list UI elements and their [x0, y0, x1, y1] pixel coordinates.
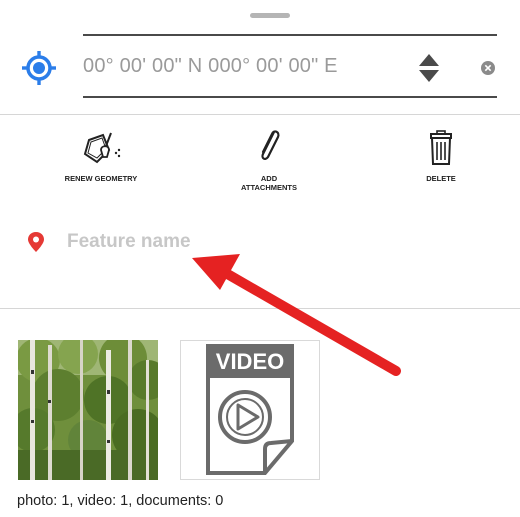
- coordinate-bottom-border: [83, 96, 497, 98]
- feature-name-row: [0, 224, 520, 264]
- coordinate-top-border: [83, 34, 497, 36]
- add-attachments-label-line2: ATTACHMENTS: [241, 183, 297, 192]
- delete-label: DELETE: [426, 174, 456, 183]
- trash-icon: [430, 130, 452, 165]
- section-divider: [0, 308, 520, 309]
- paperclip-icon: [261, 130, 280, 160]
- renew-geometry-button[interactable]: RENEW GEOMETRY: [36, 126, 166, 206]
- clear-icon[interactable]: [481, 61, 495, 75]
- attachment-counts: photo: 1, video: 1, documents: 0: [17, 493, 224, 509]
- crosshair-location-icon[interactable]: [21, 50, 57, 86]
- add-attachments-label-line1: ADD: [260, 174, 278, 183]
- feature-edit-panel: 00° 00' 00" N 000° 00' 00" E RENEW GEOME…: [0, 0, 520, 517]
- action-toolbar: RENEW GEOMETRY ADD ATTACHMENTS DELETE: [0, 126, 520, 206]
- video-thumbnail[interactable]: VIDEO: [180, 340, 320, 480]
- add-attachments-button[interactable]: ADD ATTACHMENTS: [204, 126, 334, 206]
- map-pin-icon: [28, 232, 44, 252]
- renew-geometry-icon: [83, 132, 121, 164]
- forest-photo-image: [18, 340, 158, 480]
- renew-geometry-label: RENEW GEOMETRY: [64, 174, 138, 183]
- video-badge-label: VIDEO: [215, 349, 285, 374]
- feature-name-input[interactable]: [67, 227, 467, 257]
- delete-button[interactable]: DELETE: [376, 126, 506, 206]
- photo-thumbnail[interactable]: [18, 340, 158, 480]
- sort-arrows-icon[interactable]: [418, 52, 440, 84]
- coordinate-input[interactable]: 00° 00' 00" N 000° 00' 00" E: [83, 55, 338, 78]
- drag-handle[interactable]: [250, 13, 290, 18]
- coordinate-row: 00° 00' 00" N 000° 00' 00" E: [0, 34, 520, 100]
- section-divider: [0, 114, 520, 115]
